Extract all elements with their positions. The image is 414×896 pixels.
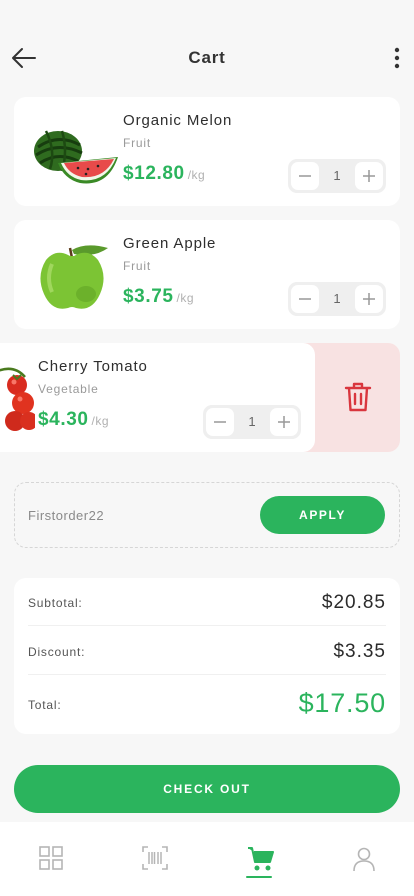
cart-item[interactable]: Cherry Tomato Vegetable $4.30/kg 1 xyxy=(0,343,315,452)
item-name: Green Apple xyxy=(123,235,217,252)
item-price: $12.80 xyxy=(123,163,185,184)
quantity-stepper: 1 xyxy=(203,405,301,439)
quantity-value: 1 xyxy=(333,168,341,183)
header: Cart xyxy=(0,38,414,78)
item-price-row: $4.30/kg xyxy=(38,409,109,431)
increase-button[interactable] xyxy=(355,162,383,190)
item-category: Fruit xyxy=(123,259,151,273)
item-price-row: $3.75/kg xyxy=(123,286,194,308)
total-value: $17.50 xyxy=(298,688,386,718)
quantity-value: 1 xyxy=(333,291,341,306)
green-apple-image xyxy=(28,234,120,314)
barcode-icon xyxy=(142,846,168,870)
active-indicator xyxy=(246,876,272,878)
minus-icon xyxy=(214,421,226,423)
item-unit: /kg xyxy=(91,414,110,428)
decrease-button[interactable] xyxy=(291,285,319,313)
cart-icon xyxy=(248,847,274,871)
nav-item-scan[interactable] xyxy=(134,842,174,882)
decrease-button[interactable] xyxy=(206,408,234,436)
discount-row: Discount: $3.35 xyxy=(28,627,386,675)
promo-code-input[interactable]: Firstorder22 xyxy=(28,508,104,523)
profile-icon xyxy=(353,847,375,872)
order-summary: Subtotal: $20.85 Discount: $3.35 Total: … xyxy=(14,578,400,734)
item-unit: /kg xyxy=(176,291,195,305)
nav-item-home[interactable] xyxy=(31,842,71,882)
increase-button[interactable] xyxy=(270,408,298,436)
nav-item-cart[interactable] xyxy=(239,842,279,882)
more-options-button[interactable] xyxy=(392,46,402,70)
plus-icon xyxy=(363,170,375,182)
item-name: Organic Melon xyxy=(123,112,233,129)
subtotal-label: Subtotal: xyxy=(28,596,83,610)
total-label: Total: xyxy=(28,698,62,712)
plus-icon xyxy=(278,416,290,428)
subtotal-value: $20.85 xyxy=(321,592,386,613)
minus-icon xyxy=(299,175,311,177)
cart-screen: Cart Organic Melon Fruit $12.80 /kg 1 Gr… xyxy=(0,0,414,896)
item-price: $4.30 xyxy=(38,409,89,430)
page-title: Cart xyxy=(188,48,226,67)
item-name: Cherry Tomato xyxy=(38,358,148,375)
promo-code-box: Firstorder22 APPLY xyxy=(14,482,400,548)
more-vertical-icon xyxy=(394,47,400,69)
plus-icon xyxy=(363,293,375,305)
minus-icon xyxy=(299,298,311,300)
decrease-button[interactable] xyxy=(291,162,319,190)
grid-icon xyxy=(39,846,63,870)
total-row: Total: $17.50 xyxy=(28,676,386,734)
item-category: Fruit xyxy=(123,136,151,150)
bottom-nav xyxy=(0,822,414,896)
quantity-stepper: 1 xyxy=(288,159,386,193)
discount-value: $3.35 xyxy=(333,641,386,662)
quantity-stepper: 1 xyxy=(288,282,386,316)
cart-item[interactable]: Green Apple Fruit $3.75/kg 1 xyxy=(14,220,400,329)
item-category: Vegetable xyxy=(38,382,99,396)
cart-item[interactable]: Organic Melon Fruit $12.80/kg 1 xyxy=(14,97,400,206)
cherry-tomato-image xyxy=(0,357,38,437)
quantity-value: 1 xyxy=(248,414,256,429)
increase-button[interactable] xyxy=(355,285,383,313)
nav-item-profile[interactable] xyxy=(344,842,384,882)
subtotal-row: Subtotal: $20.85 xyxy=(28,578,386,626)
trash-icon xyxy=(344,382,372,412)
item-price: $3.75 xyxy=(123,286,174,307)
watermelon-image xyxy=(28,111,120,191)
item-unit: /kg xyxy=(187,168,206,182)
apply-button[interactable]: APPLY xyxy=(260,496,385,534)
checkout-button[interactable]: CHECK OUT xyxy=(14,765,400,813)
delete-item-button[interactable] xyxy=(300,343,400,452)
item-price-row: $12.80/kg xyxy=(123,163,205,185)
discount-label: Discount: xyxy=(28,645,86,659)
